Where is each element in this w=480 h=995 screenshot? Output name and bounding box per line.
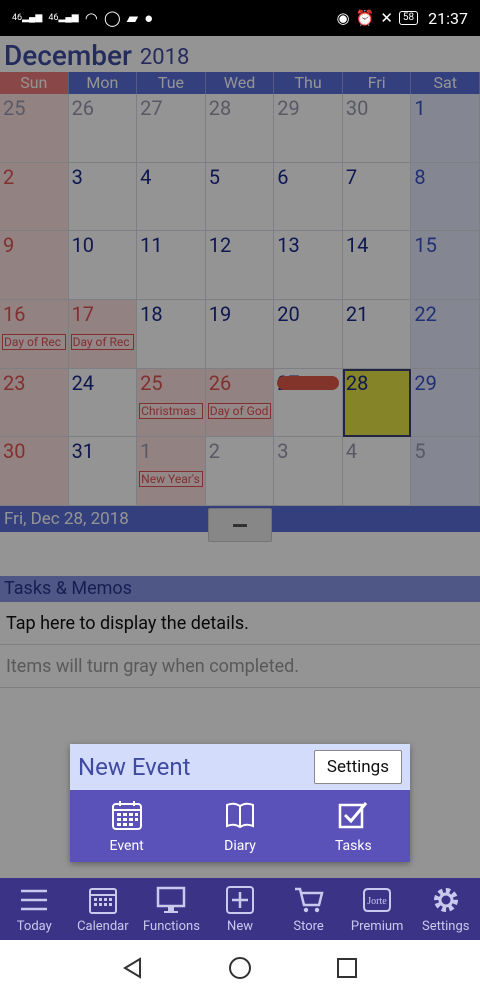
calendar-grid-icon bbox=[111, 801, 142, 830]
mute-icon: ✕ bbox=[380, 9, 393, 27]
signal-1-icon: 46▂▄▆ bbox=[12, 12, 43, 23]
plus-icon bbox=[226, 886, 255, 914]
recents-icon[interactable] bbox=[334, 955, 360, 981]
option-diary-label: Diary bbox=[224, 838, 256, 854]
monitor-icon bbox=[157, 886, 186, 913]
book-icon bbox=[225, 802, 254, 829]
dialog-title: New Event bbox=[78, 753, 191, 781]
option-tasks-label: Tasks bbox=[334, 838, 372, 854]
clock-time: 21:37 bbox=[428, 8, 468, 28]
battery-icon: 58 bbox=[398, 11, 419, 25]
option-event-button[interactable]: Event bbox=[70, 790, 183, 862]
nav-functions-label: Functions bbox=[142, 919, 200, 934]
nav-functions[interactable]: Functions bbox=[137, 878, 206, 940]
nav-premium-label: Premium bbox=[350, 919, 404, 934]
status-bar: 46▂▄▆ 46▂▄▆ ◠ ◯ ▰ ● ◉ ⏰ ✕ 58 21:37 bbox=[0, 0, 480, 36]
nav-settings-label: Settings bbox=[422, 919, 470, 934]
eye-icon: ◉ bbox=[336, 9, 350, 27]
nav-store[interactable]: Store bbox=[274, 878, 343, 940]
menu-icon bbox=[21, 889, 48, 911]
nav-calendar-label: Calendar bbox=[77, 919, 129, 934]
wifi-icon: ◠ bbox=[84, 9, 98, 27]
nav-today-label: Today bbox=[16, 919, 52, 934]
alarm-icon: ⏰ bbox=[355, 9, 375, 27]
chat-icon: ▰ bbox=[126, 9, 139, 27]
nav-settings[interactable]: Settings bbox=[411, 878, 480, 940]
nav-store-label: Store bbox=[293, 919, 324, 934]
nav-premium[interactable]: Jorte Premium bbox=[343, 878, 412, 940]
new-event-dialog: New Event Settings Event Diary Tasks bbox=[70, 744, 410, 862]
checkbox-icon bbox=[339, 802, 368, 829]
dialog-settings-button[interactable]: Settings bbox=[313, 750, 402, 784]
system-navigation-bar bbox=[0, 940, 480, 995]
nav-new-label: New bbox=[227, 919, 253, 934]
bottom-navigation: Today Calendar Functions New Store Jorte… bbox=[0, 878, 480, 940]
phone-icon: ● bbox=[144, 9, 154, 27]
nav-calendar[interactable]: Calendar bbox=[69, 878, 138, 940]
jorte-icon: Jorte bbox=[363, 888, 392, 912]
whatsapp-icon: ◯ bbox=[103, 9, 121, 27]
option-tasks-button[interactable]: Tasks bbox=[297, 790, 410, 862]
cart-icon bbox=[294, 887, 324, 913]
signal-2-icon: 46▂▄▆ bbox=[48, 12, 79, 23]
premium-badge-text: Jorte bbox=[367, 896, 387, 907]
gear-icon bbox=[433, 888, 458, 912]
option-event-label: Event bbox=[109, 838, 144, 854]
nav-today[interactable]: Today bbox=[0, 878, 69, 940]
back-icon[interactable] bbox=[120, 955, 146, 981]
nav-new[interactable]: New bbox=[206, 878, 275, 940]
option-diary-button[interactable]: Diary bbox=[183, 790, 296, 862]
home-icon[interactable] bbox=[227, 955, 253, 981]
calendar-icon bbox=[88, 888, 117, 914]
